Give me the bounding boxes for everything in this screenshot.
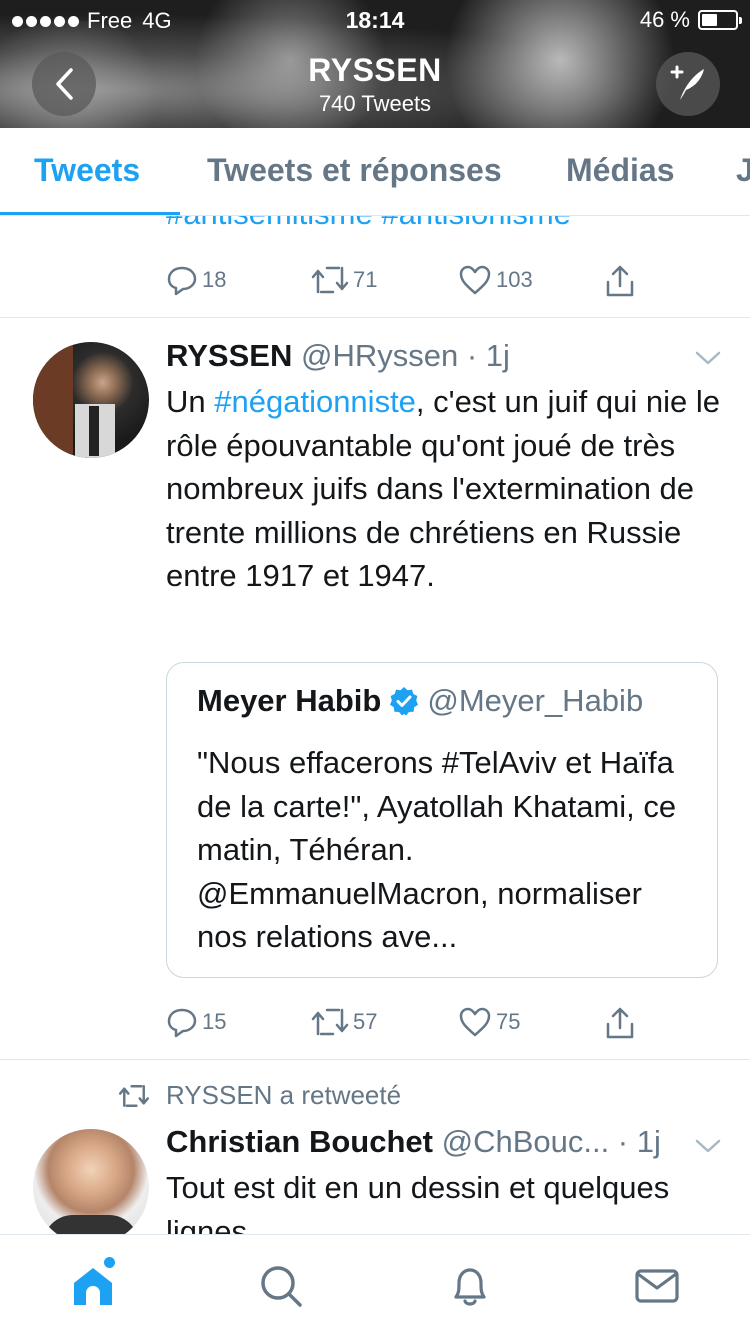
tweet-feed[interactable]: #antisemitisme #antisionisme 18 71 103 R…: [0, 216, 750, 1234]
reply-icon: [167, 266, 197, 296]
chevron-down-icon[interactable]: [694, 1136, 722, 1156]
quoted-tweet[interactable]: Meyer Habib @Meyer_Habib "Nous effaceron…: [166, 662, 718, 978]
status-bar: Free 4G 18:14 46 %: [0, 0, 750, 40]
share-icon: [606, 265, 634, 297]
tweet-actions: 15 57 75: [166, 1006, 646, 1042]
time-separator: ·: [458, 338, 486, 373]
tab-tweets-replies[interactable]: Tweets et réponses: [207, 152, 502, 189]
notifications-icon[interactable]: [447, 1263, 493, 1309]
hashtag-link[interactable]: #négationniste: [214, 384, 416, 419]
tab-tweets[interactable]: Tweets: [34, 152, 140, 189]
compose-icon: [670, 65, 704, 100]
tweet-header: Christian Bouchet @ChBouc... · 1j: [166, 1124, 661, 1160]
reply-icon: [167, 1008, 197, 1038]
like-button[interactable]: 103: [458, 264, 533, 296]
like-count: 75: [496, 1009, 521, 1034]
profile-header: Free 4G 18:14 46 % RYSSEN 740 Tweets: [0, 0, 750, 128]
time-separator: ·: [609, 1124, 637, 1159]
retweet-context: RYSSEN a retweeté: [118, 1080, 401, 1111]
profile-name: RYSSEN: [308, 52, 442, 88]
like-icon: [459, 1007, 491, 1037]
tab-media[interactable]: Médias: [566, 152, 674, 189]
share-icon: [606, 1007, 634, 1039]
tweet-text: Tout est dit en un dessin et quelques li…: [166, 1170, 670, 1234]
verified-icon: [390, 687, 419, 716]
battery-info: 46 %: [639, 7, 742, 33]
quoted-author-handle: @Meyer_Habib: [427, 683, 644, 718]
tab-likes[interactable]: J: [736, 152, 750, 189]
like-icon: [459, 265, 491, 295]
chevron-down-icon[interactable]: [694, 348, 722, 368]
avatar[interactable]: [33, 1129, 149, 1234]
like-button[interactable]: 75: [458, 1006, 520, 1038]
quoted-tweet-header: Meyer Habib @Meyer_Habib: [197, 683, 643, 719]
quoted-author-name: Meyer Habib: [197, 683, 382, 718]
like-count: 103: [496, 267, 533, 292]
tweet-time: 1j: [485, 338, 510, 373]
retweet-button[interactable]: 57: [311, 1006, 377, 1038]
notification-dot: [104, 1257, 115, 1268]
author-handle[interactable]: @HRyssen: [301, 338, 458, 373]
tweet-text: Un #négationniste, c'est un juif qui nie…: [166, 380, 726, 598]
reply-count: 18: [202, 267, 227, 292]
retweet-icon: [311, 1008, 349, 1036]
share-button[interactable]: [604, 1006, 636, 1040]
retweet-count: 71: [353, 267, 378, 292]
retweeted-by-label: RYSSEN a retweeté: [166, 1080, 402, 1110]
tweet-divider: [0, 317, 750, 318]
tweet-header: RYSSEN @HRyssen · 1j: [166, 338, 510, 374]
quoted-tweet-text: "Nous effacerons #TelAviv et Haïfa de la…: [197, 745, 677, 955]
clock: 18:14: [345, 7, 405, 33]
reply-button[interactable]: 15: [166, 1006, 226, 1038]
tweet-count: 740 Tweets: [318, 91, 432, 116]
author-handle[interactable]: @ChBouc...: [442, 1124, 610, 1159]
profile-tabs: Tweets Tweets et réponses Médias J: [0, 128, 750, 216]
author-name[interactable]: RYSSEN: [166, 338, 292, 373]
search-icon[interactable]: [258, 1263, 304, 1309]
previous-tweet-actions: 18 71 103: [166, 264, 646, 300]
retweet-count: 57: [353, 1009, 378, 1034]
profile-title: RYSSEN 740 Tweets: [0, 52, 750, 117]
bottom-navigation: [0, 1234, 750, 1334]
reply-button[interactable]: 18: [166, 264, 226, 296]
tweet-divider: [0, 1059, 750, 1060]
messages-icon[interactable]: [634, 1263, 680, 1309]
share-button[interactable]: [604, 264, 636, 298]
tweet-text-part: Un: [166, 384, 215, 419]
battery-icon: [698, 10, 742, 30]
previous-tweet-hashtags[interactable]: #antisemitisme #antisionisme: [166, 216, 571, 232]
compose-button[interactable]: [656, 52, 720, 116]
retweet-icon: [118, 1084, 150, 1107]
retweet-icon: [311, 266, 349, 294]
retweet-button[interactable]: 71: [311, 264, 377, 296]
tweet-time: 1j: [636, 1124, 661, 1159]
active-tab-indicator: [0, 212, 180, 215]
home-icon[interactable]: [70, 1263, 116, 1309]
battery-percent: 46 %: [639, 7, 690, 32]
author-name[interactable]: Christian Bouchet: [166, 1124, 433, 1159]
reply-count: 15: [202, 1009, 227, 1034]
avatar[interactable]: [33, 342, 149, 458]
